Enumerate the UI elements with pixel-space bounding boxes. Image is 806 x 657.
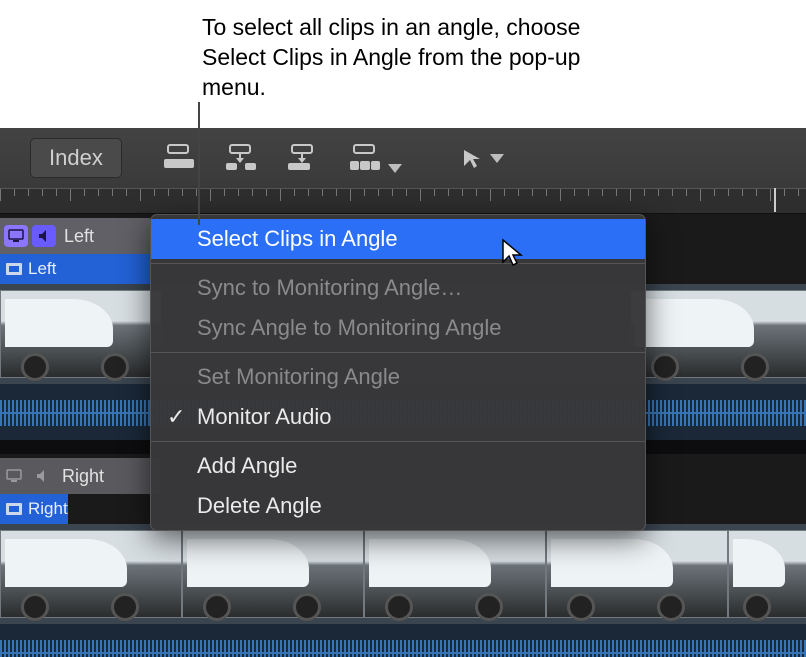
menu-separator [151, 263, 645, 264]
clip-flag-icon [6, 263, 22, 275]
angle2-header: Right [0, 458, 160, 494]
angle2-label: Right [62, 466, 104, 487]
chevron-down-icon [490, 154, 504, 163]
monitor-audio-off-icon[interactable] [31, 465, 53, 487]
toolbar-tools [162, 141, 504, 176]
connect-clip-icon[interactable] [162, 141, 196, 176]
menu-sync-angle-to-monitoring: Sync Angle to Monitoring Angle [151, 308, 645, 348]
insert-clip-icon[interactable] [224, 141, 258, 176]
monitor-audio-icon[interactable] [32, 225, 56, 247]
angle2-waveform[interactable] [0, 624, 806, 657]
index-button[interactable]: Index [30, 138, 122, 178]
angle2-clip-tag[interactable]: Right [0, 494, 68, 524]
angle1-label: Left [64, 226, 94, 247]
chevron-down-icon [388, 164, 402, 173]
angle1-header: Left Left [0, 218, 150, 284]
toolbar: Index [0, 128, 806, 188]
angle-editor-figure: Index Left Left Right Right [0, 128, 806, 648]
timeline-ruler[interactable] [0, 188, 806, 214]
menu-add-angle[interactable]: Add Angle [151, 446, 645, 486]
angle2-clip-label: Right [28, 499, 68, 519]
trim-tool-icon[interactable] [460, 146, 504, 170]
angle1-clip-label: Left [28, 259, 56, 279]
angle-context-menu: Select Clips in Angle Sync to Monitoring… [150, 214, 646, 531]
menu-separator [151, 441, 645, 442]
playhead[interactable] [774, 188, 776, 212]
menu-delete-angle[interactable]: Delete Angle [151, 486, 645, 526]
monitor-video-icon[interactable] [4, 225, 28, 247]
angle1-clip-tag[interactable]: Left [0, 254, 150, 284]
menu-separator [151, 352, 645, 353]
append-clip-icon[interactable] [286, 141, 320, 176]
clip-flag-icon [6, 503, 22, 515]
callout-text: To select all clips in an angle, choose … [202, 12, 602, 102]
mouse-cursor-icon [500, 238, 524, 268]
angle2-filmstrip[interactable] [0, 524, 806, 624]
callout-leader-line [198, 102, 200, 225]
menu-set-monitoring-angle: Set Monitoring Angle [151, 357, 645, 397]
monitor-video-off-icon[interactable] [3, 465, 25, 487]
menu-select-clips-in-angle[interactable]: Select Clips in Angle [151, 219, 645, 259]
checkmark-icon: ✓ [167, 404, 185, 430]
overwrite-clip-icon[interactable] [348, 141, 402, 176]
menu-sync-to-monitoring: Sync to Monitoring Angle… [151, 268, 645, 308]
menu-monitor-audio-label: Monitor Audio [197, 404, 332, 429]
menu-monitor-audio[interactable]: ✓ Monitor Audio [151, 397, 645, 437]
